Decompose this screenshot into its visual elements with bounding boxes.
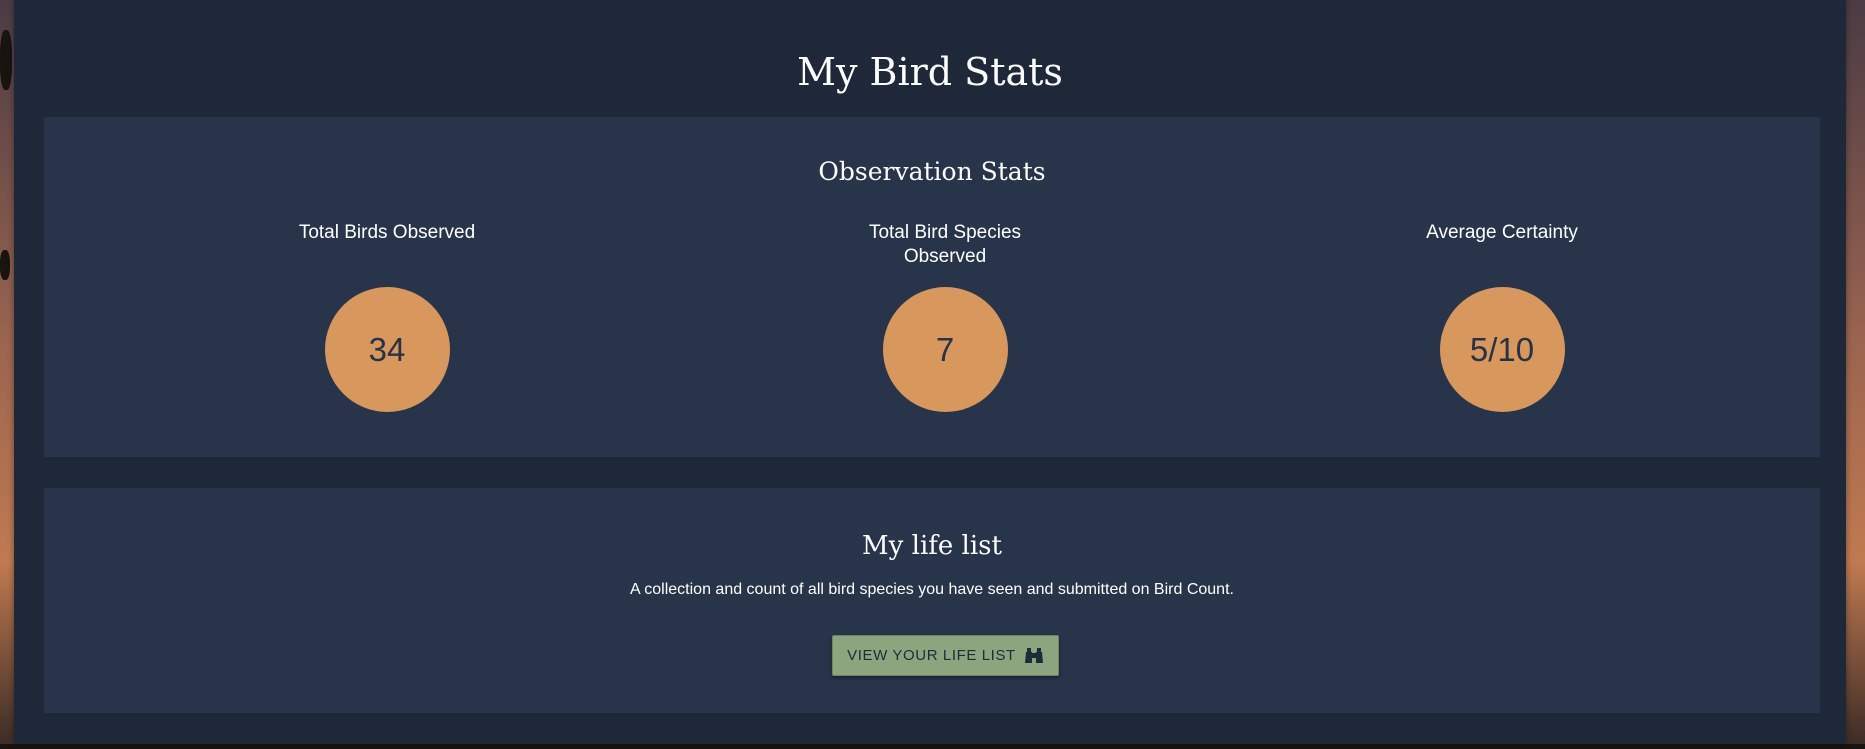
- background-tree: [0, 30, 12, 90]
- stat-value-circle: 7: [882, 287, 1008, 412]
- stat-label: Total Birds Observed: [298, 222, 476, 243]
- life-list-description: A collection and count of all bird speci…: [630, 581, 1234, 598]
- stat-label: Total Bird Species Observed: [868, 222, 1022, 267]
- stat-value-circle: 34: [324, 287, 450, 412]
- stat-value-circle: 5/10: [1439, 287, 1565, 412]
- life-list-card: My life list A collection and count of a…: [44, 488, 1820, 713]
- background-ground: [0, 744, 1865, 749]
- background-right-strip: [1845, 0, 1865, 749]
- page-title: My Bird Stats: [797, 50, 1063, 94]
- background-tree: [0, 250, 10, 280]
- life-list-heading: My life list: [862, 531, 1002, 561]
- observation-stats-heading: Observation Stats: [818, 157, 1046, 186]
- observation-stats-card: Observation Stats Total Birds Observed 3…: [44, 117, 1820, 457]
- view-life-list-label: VIEW YOUR LIFE LIST: [847, 647, 1016, 664]
- binoculars-icon: [1024, 647, 1044, 664]
- background-left-strip: [0, 0, 14, 749]
- main-panel: My Bird Stats Observation Stats Total Bi…: [14, 0, 1846, 744]
- stat-average-certainty: Average Certainty 5/10: [1372, 221, 1632, 412]
- view-life-list-button[interactable]: VIEW YOUR LIFE LIST: [832, 635, 1059, 676]
- stat-total-species: Total Bird Species Observed 7: [815, 221, 1075, 412]
- stat-label: Average Certainty: [1426, 222, 1578, 243]
- stat-total-birds: Total Birds Observed 34: [257, 221, 517, 412]
